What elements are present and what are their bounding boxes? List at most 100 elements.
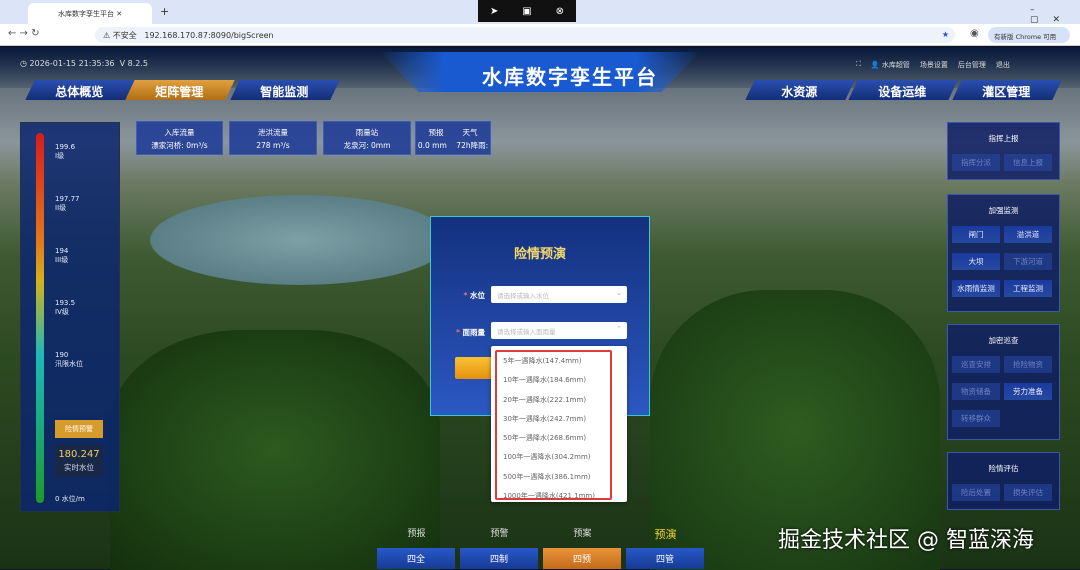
panel-button[interactable]: 物资储备: [952, 383, 1000, 400]
dropdown-option[interactable]: 50年一遇降水(268.6mm): [497, 429, 610, 448]
card-value: 278 m³/s: [256, 141, 290, 150]
new-tab-button[interactable]: +: [160, 5, 169, 18]
nav-monitoring[interactable]: 智能监测: [230, 80, 340, 100]
page-title: 水库数字孪生平台: [380, 52, 700, 92]
rainfall-label: * 面雨量: [455, 328, 485, 337]
bottom-button[interactable]: 四全: [377, 548, 455, 569]
confirm-button[interactable]: [455, 357, 495, 379]
star-icon[interactable]: ★: [942, 30, 949, 39]
screen-icon[interactable]: ▣: [522, 6, 531, 17]
level-1: 199.6 I级: [55, 143, 76, 160]
info-card-inflow: 入库流量漂家河桥: 0m³/s: [136, 121, 223, 155]
close-icon[interactable]: ✕: [116, 10, 122, 18]
info-card-rain-station: 雨量站龙泉河: 0mm: [323, 121, 411, 155]
nav-arrows-icon[interactable]: ← → ↻: [8, 28, 40, 39]
dropdown-option[interactable]: 10年一遇降水(184.6mm): [497, 371, 610, 390]
nav-water-resources[interactable]: 水资源: [745, 80, 855, 100]
level-3: 194 III级: [55, 247, 69, 264]
logout-link[interactable]: 退出: [996, 60, 1010, 70]
bottom-button[interactable]: 四制: [460, 548, 538, 569]
scene-settings-link[interactable]: 场景设置: [920, 60, 948, 70]
admin-link[interactable]: 后台管理: [958, 60, 986, 70]
panel-button[interactable]: 工程监测: [1004, 280, 1052, 297]
dropdown-option[interactable]: 5年一遇降水(147.4mm): [497, 352, 610, 371]
nav-irrigation[interactable]: 灌区管理: [952, 80, 1062, 100]
water-level-select[interactable]: 请选择或输入水位 ⌄: [491, 286, 627, 303]
pointer-icon[interactable]: ➤: [490, 6, 498, 17]
panel-patrol: 加密巡查 巡查安排 抢险物资物资储备 劳力准备转移群众: [947, 324, 1060, 440]
card-title: 雨量站: [355, 128, 379, 137]
panel-button[interactable]: 损失评估: [1004, 484, 1052, 501]
panel-button[interactable]: 溢洪道: [1004, 226, 1052, 243]
panel-monitoring: 加强监测 闸门 溢洪道大坝 下游河道水雨情监测 工程监测: [947, 194, 1060, 312]
highlight-box: 5年一遇降水(147.4mm) 10年一遇降水(184.6mm) 20年一遇降水(2…: [495, 350, 612, 500]
rainfall-dropdown: 5年一遇降水(147.4mm) 10年一遇降水(184.6mm) 20年一遇降水(2…: [491, 346, 627, 502]
panel-button[interactable]: 抢险物资: [1004, 356, 1052, 373]
close-icon[interactable]: ⊗: [556, 6, 564, 17]
chevron-down-icon: ⌄: [616, 289, 622, 297]
nav-matrix[interactable]: 矩阵管理: [125, 80, 235, 100]
current-water-level: 180.247 实时水位: [55, 445, 103, 477]
update-chrome-button[interactable]: 有新版 Chrome 可用: [988, 27, 1070, 43]
datetime-text: 2026-01-15 21:35:36: [29, 59, 115, 68]
panel-button[interactable]: 水雨情监测: [952, 280, 1000, 297]
panel-button[interactable]: 信息上报: [1004, 154, 1052, 171]
dropdown-option[interactable]: 20年一遇降水(222.1mm): [497, 391, 610, 410]
bottom-button[interactable]: 四管: [626, 548, 704, 569]
card-value: 龙泉河: 0mm: [343, 141, 391, 150]
dialog-title: 险情预演: [513, 247, 566, 262]
water-level-label: * 水位: [463, 291, 485, 300]
panel-button[interactable]: 大坝: [952, 253, 1000, 270]
screen-capture-toolbar: ➤ ▣ ⊗: [478, 0, 576, 22]
panel-button[interactable]: 险后处置: [952, 484, 1000, 501]
dropdown-option[interactable]: 500年一遇降水(386.1mm): [497, 468, 610, 487]
window-controls[interactable]: –▢✕: [1030, 5, 1080, 25]
water-level-bar: [36, 133, 44, 503]
card-title: 入库流量: [164, 128, 195, 137]
rainfall-select[interactable]: 请选择或输入面雨量 ⌃: [491, 322, 627, 339]
bottom-button[interactable]: 四预: [543, 548, 621, 569]
panel-button[interactable]: 转移群众: [952, 410, 1000, 427]
url-text: 192.168.170.87:8090/bigScreen: [144, 31, 274, 40]
bottom-tab[interactable]: 预警: [458, 522, 541, 539]
url-input[interactable]: ⚠ 不安全 192.168.170.87:8090/bigScreen ★: [95, 27, 955, 43]
user-menu: ⛶ 👤 水库超管 场景设置 后台管理 退出: [856, 60, 1010, 70]
panel-assessment: 险情评估 险后处置 损失评估: [947, 452, 1060, 510]
panel-command-report: 指挥上报 指挥分派 信息上报: [947, 122, 1060, 180]
info-card-forecast: 预报 天气 0.0 mm 72h降雨:: [415, 121, 491, 155]
panel-button[interactable]: 劳力准备: [1004, 383, 1052, 400]
profile-icon[interactable]: ◉: [970, 28, 979, 39]
warning-button[interactable]: 险情预警: [55, 420, 103, 438]
tab-title: 水库数字孪生平台: [58, 10, 114, 18]
version: V 8.2.5: [119, 59, 148, 68]
dropdown-option[interactable]: 1000年一遇降水(421.1mm): [497, 487, 610, 506]
dropdown-option[interactable]: 30年一遇降水(242.7mm): [497, 410, 610, 429]
panel-button[interactable]: 巡查安排: [952, 356, 1000, 373]
water-level-gauge: 199.6 I级 197.77 II级 194 III级 193.5 IV级 190 汛限…: [20, 122, 120, 512]
browser-tab[interactable]: 水库数字孪生平台 ✕: [28, 3, 152, 24]
fullscreen-icon[interactable]: ⛶: [856, 60, 861, 70]
dropdown-option[interactable]: 100年一遇降水(304.2mm): [497, 448, 610, 467]
card-title: 泄洪流量: [258, 128, 288, 137]
bottom-nav: 预报 预警 预案 预演四全 四制 四预 四管: [375, 522, 707, 569]
bottom-tab[interactable]: 预报: [375, 522, 458, 539]
panel-button[interactable]: 指挥分派: [952, 154, 1000, 171]
gauge-axis-label: 0 水位/m: [55, 495, 85, 503]
level-2: 197.77 II级: [55, 195, 80, 212]
panel-button[interactable]: 下游河道: [1004, 253, 1052, 270]
bottom-tab[interactable]: 预演: [624, 522, 707, 542]
username: 水库超管: [881, 61, 910, 69]
security-label: 不安全: [112, 31, 137, 40]
nav-equipment[interactable]: 设备运维: [848, 80, 958, 100]
card-value: 0.0 mm 72h降雨:: [417, 141, 489, 150]
user-icon: 👤 水库超管: [870, 61, 910, 69]
card-value: 漂家河桥: 0m³/s: [151, 141, 208, 150]
watermark: 掘金技术社区 @ 智蓝深海: [778, 528, 1034, 553]
panel-button[interactable]: 闸门: [952, 226, 1000, 243]
reservoir-lake: [150, 195, 450, 285]
bottom-tab[interactable]: 预案: [541, 522, 624, 539]
datetime: ◷ 2026-01-15 21:35:36 V 8.2.5: [20, 59, 148, 68]
card-title: 预报 天气: [428, 128, 478, 137]
info-card-discharge: 泄洪流量 278 m³/s: [229, 121, 317, 155]
nav-overview[interactable]: 总体概览: [25, 80, 135, 100]
